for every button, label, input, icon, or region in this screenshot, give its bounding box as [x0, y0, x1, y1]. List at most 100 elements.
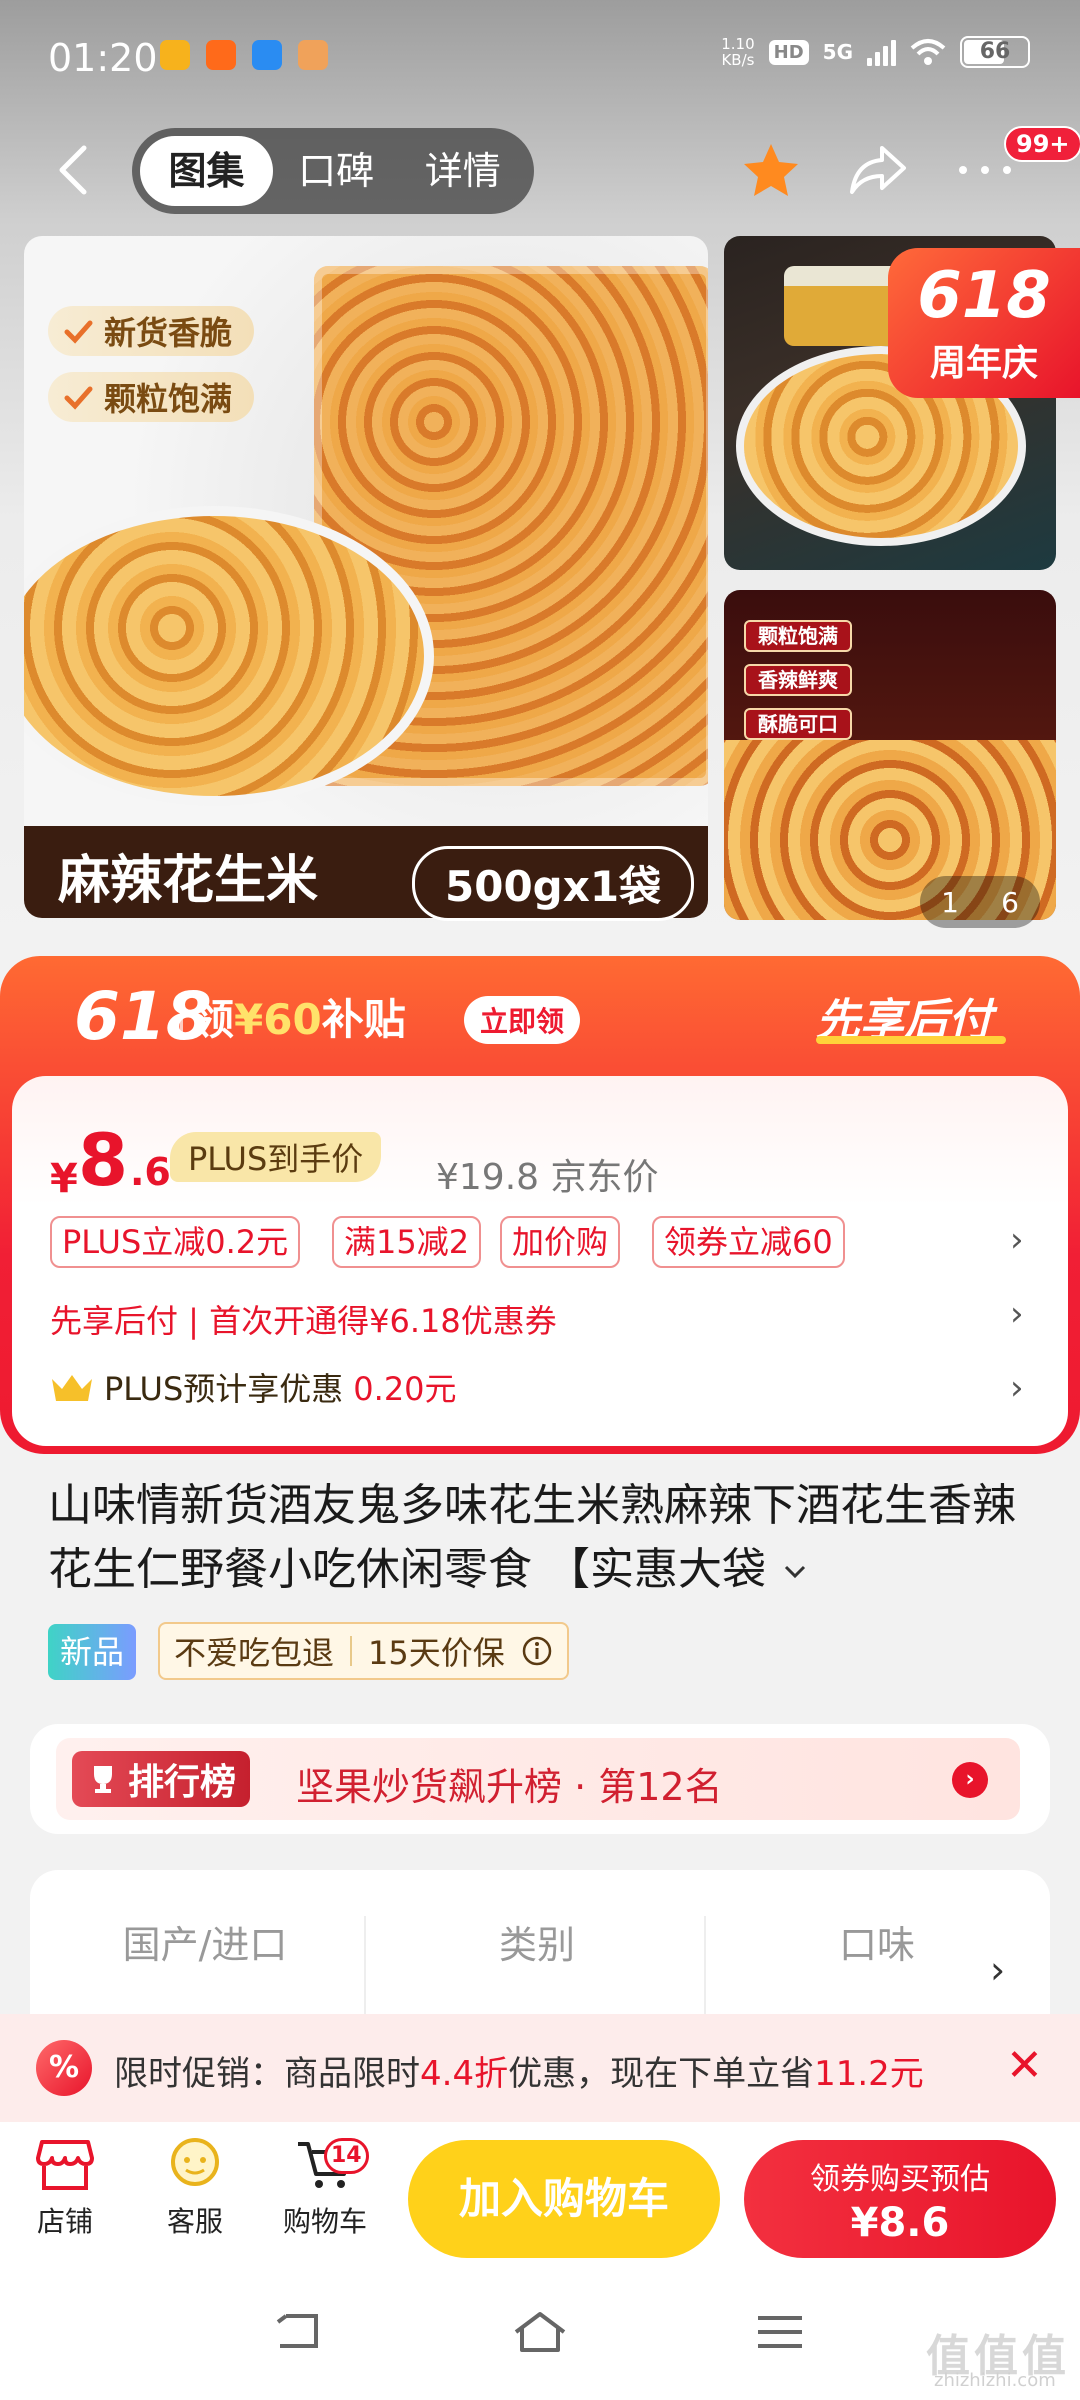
battery-icon: 66	[960, 36, 1030, 68]
main-product-image[interactable]: 新货香脆 颗粒饱满	[24, 236, 708, 918]
discount-chip[interactable]: 满15减2	[332, 1216, 482, 1268]
crown-icon	[52, 1375, 92, 1401]
shop-label: 店铺	[36, 2205, 93, 2238]
product-weight: 500gx1袋	[412, 846, 695, 921]
app-notification-icon	[252, 40, 282, 70]
ranking-tag-label: 排行榜	[128, 1762, 237, 1803]
thumbnail-tag: 酥脆可口	[744, 708, 852, 740]
check-icon	[64, 386, 93, 410]
customer-service-button[interactable]: 客服	[140, 2136, 250, 2240]
pay-later-underline	[816, 1036, 1006, 1044]
chevron-right-icon[interactable]: ›	[1010, 1220, 1024, 1260]
product-title[interactable]: 山味情新货酒友鬼多味花生米熟麻辣下酒花生香辣花生仁野餐小吃休闲零食 【实惠大袋	[48, 1474, 1028, 1602]
thumbnail-tag: 颗粒饱满	[744, 620, 852, 652]
buy-now-button[interactable]: 领券购买预估 ¥8.6	[744, 2140, 1056, 2258]
discount-chip[interactable]: PLUS立减0.2元	[50, 1216, 301, 1268]
buy-now-label: 领券购买预估	[810, 2162, 990, 2197]
price-integer: 8	[78, 1118, 129, 1202]
status-indicators: 1.10 KB/s HD 5G 66	[721, 36, 1030, 68]
message-badge: 99+	[1004, 126, 1080, 162]
feature-tag-label: 新货香脆	[104, 314, 233, 352]
shop-button[interactable]: 店铺	[10, 2136, 120, 2240]
check-icon	[64, 320, 93, 344]
claim-coupon-button[interactable]: 立即领	[464, 996, 581, 1044]
plus-savings-label: PLUS预计享优惠	[104, 1370, 344, 1408]
trophy-icon	[94, 1766, 112, 1793]
service-return: 不爱吃包退	[174, 1634, 335, 1672]
promo-toast-text: 限时促销：商品限时4.4折优惠，现在下单立省11.2元	[114, 2046, 924, 2095]
tab-gallery[interactable]: 图集	[140, 136, 273, 206]
network-type: 5G	[822, 40, 853, 64]
anniversary-number: 618	[917, 259, 1051, 333]
more-icon[interactable]	[955, 160, 1015, 180]
coupon-suffix: 补贴	[321, 995, 406, 1044]
discount-chip[interactable]: 加价购	[500, 1216, 621, 1268]
cart-count-badge: 14	[324, 2138, 369, 2174]
hd-icon: HD	[768, 39, 809, 65]
cart-label: 购物车	[282, 2205, 367, 2238]
signal-icon	[867, 38, 896, 66]
chevron-down-icon[interactable]	[780, 1561, 810, 1583]
network-speed: 1.10 KB/s	[721, 36, 754, 68]
coupon-prefix: 领	[192, 995, 235, 1044]
share-icon[interactable]	[846, 140, 910, 200]
attribute-key: 国产/进口	[122, 1923, 288, 1967]
chevron-right-icon[interactable]: ›	[990, 1948, 1005, 1992]
plus-savings-value: 0.20元	[353, 1370, 457, 1408]
service-guarantees[interactable]: 不爱吃包退 15天价保	[158, 1622, 569, 1680]
ranking-tag: 排行榜	[72, 1751, 251, 1807]
pay-later-offer[interactable]: 先享后付 | 首次开通得¥6.18优惠券	[50, 1296, 557, 1342]
network-speed-value: 1.10	[721, 35, 755, 53]
divider	[350, 1636, 353, 1666]
app-notification-icon	[160, 40, 190, 70]
add-to-cart-button[interactable]: 加入购物车	[408, 2140, 720, 2258]
ranking-go-icon[interactable]: ›	[952, 1762, 988, 1798]
app-notification-icon	[206, 40, 236, 70]
status-bar: 01:20 1.10 KB/s HD 5G 66	[0, 0, 1080, 120]
thumbnail-tag: 香辣鲜爽	[744, 664, 852, 696]
feature-tag: 新货香脆	[48, 306, 255, 356]
divider	[180, 996, 183, 1038]
star-icon[interactable]	[740, 140, 802, 202]
toast-prefix: 限时促销：商品限时	[114, 2054, 420, 2094]
battery-level: 66	[979, 39, 1011, 64]
tab-group: 图集 口碑 详情	[132, 128, 534, 214]
gallery-counter-total: 6	[1001, 885, 1019, 919]
info-icon[interactable]	[521, 1635, 553, 1667]
system-back-icon[interactable]	[272, 2310, 326, 2354]
product-title-text: 山味情新货酒友鬼多味花生米熟麻辣下酒花生香辣花生仁野餐小吃休闲零食 【实惠大袋	[48, 1480, 1016, 1595]
toast-middle: 优惠，现在下单立省	[508, 2054, 815, 2094]
chevron-right-icon[interactable]: ›	[1010, 1368, 1024, 1408]
price-currency: ¥	[50, 1156, 78, 1202]
buy-now-price: ¥8.6	[850, 2200, 950, 2246]
promo-coupon-text: 领¥60补贴	[192, 986, 406, 1047]
toast-save: 11.2元	[814, 2054, 924, 2094]
anniversary-badge: 618 周年庆	[888, 248, 1080, 398]
customer-service-label: 客服	[166, 2205, 223, 2238]
watermark-url: zhizhizhi.com	[934, 2370, 1056, 2391]
percent-icon: %	[36, 2040, 92, 2096]
gallery-counter-current: 1	[941, 885, 959, 919]
new-product-badge: 新品	[48, 1624, 137, 1680]
discount-chip[interactable]: 领券立减60	[652, 1216, 845, 1268]
tab-details[interactable]: 详情	[399, 136, 526, 206]
divider	[704, 1916, 706, 2026]
network-speed-unit: KB/s	[721, 51, 755, 69]
system-menu-icon[interactable]	[756, 2310, 804, 2354]
toast-discount: 4.4折	[420, 2054, 509, 2094]
back-arrow-icon[interactable]	[50, 140, 100, 200]
coupon-amount: ¥60	[234, 995, 322, 1044]
plus-savings-row[interactable]: PLUS预计享优惠 0.20元	[50, 1364, 457, 1410]
tab-reviews[interactable]: 口碑	[273, 136, 400, 206]
anniversary-text: 周年庆	[929, 343, 1038, 384]
feature-tag-label: 颗粒饱满	[104, 380, 233, 418]
system-home-icon[interactable]	[512, 2310, 568, 2354]
product-caption: 麻辣花生米	[58, 851, 319, 911]
close-icon[interactable]: ✕	[1006, 2040, 1043, 2091]
gallery-counter: 1 6	[920, 876, 1040, 928]
gallery-thumbnail[interactable]: 颗粒饱满 香辣鲜爽 酥脆可口	[724, 590, 1056, 920]
feature-tag: 颗粒饱满	[48, 372, 255, 422]
original-price: ¥19.8 京东价	[436, 1157, 659, 1198]
shop-icon	[36, 2140, 94, 2190]
chevron-right-icon[interactable]: ›	[1010, 1294, 1024, 1334]
